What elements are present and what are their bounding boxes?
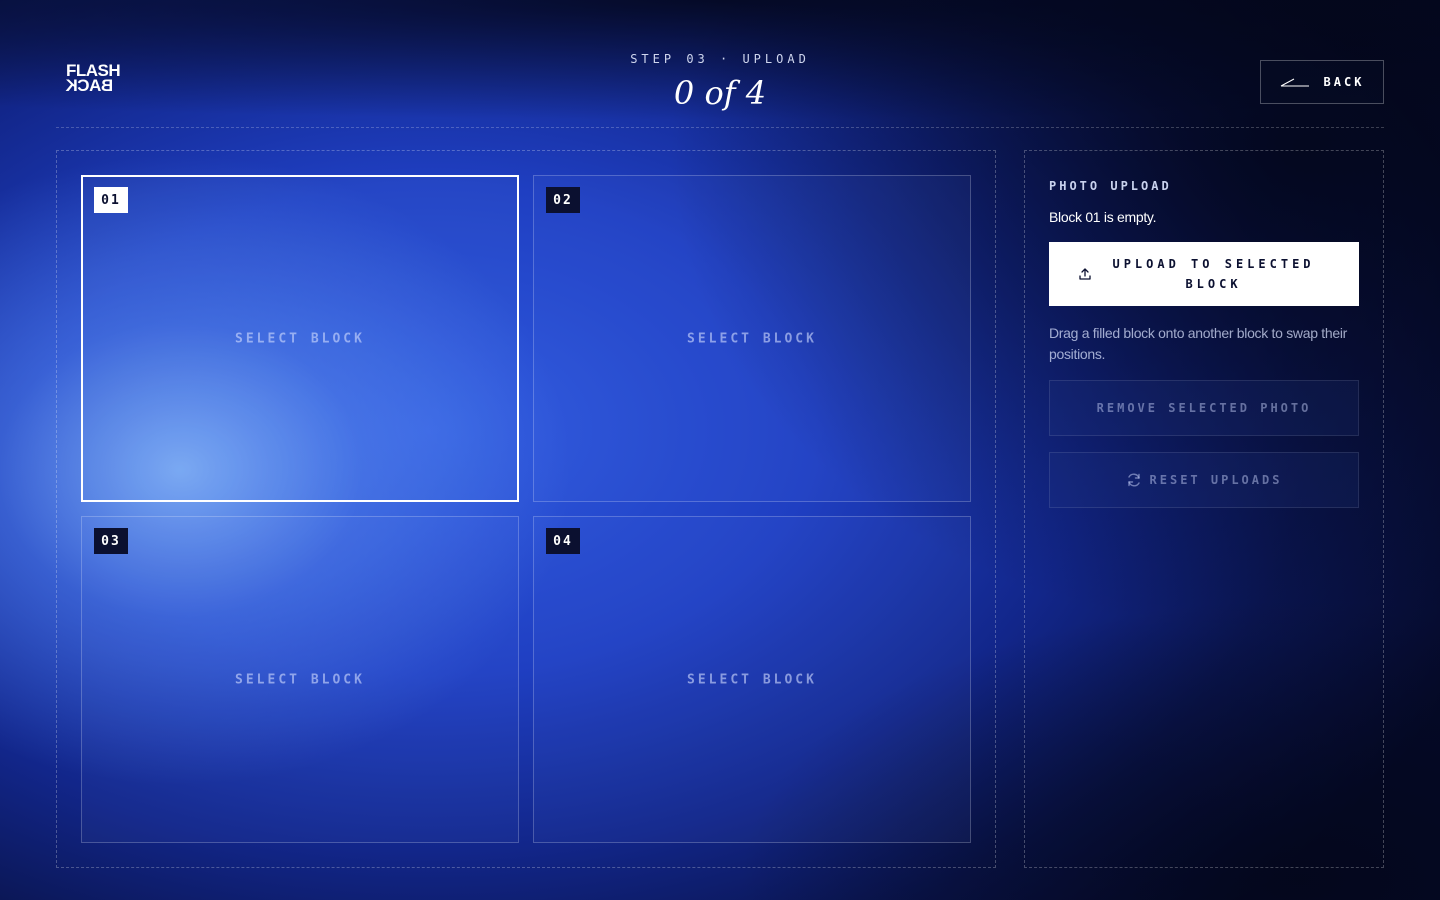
upload-to-selected-block-button[interactable]: UPLOAD TO SELECTED BLOCK xyxy=(1049,242,1359,306)
photo-block-02[interactable]: 02 SELECT BLOCK xyxy=(533,175,971,502)
arrow-left-icon xyxy=(1280,78,1309,87)
header-divider xyxy=(56,127,1384,128)
back-button-label: BACK xyxy=(1323,75,1365,89)
remove-button-label: REMOVE SELECTED PHOTO xyxy=(1096,401,1312,415)
logo-text-bottom: BACK xyxy=(66,76,114,95)
select-block-label: SELECT BLOCK xyxy=(235,331,365,346)
step-label: STEP 03 · UPLOAD xyxy=(630,52,810,66)
refresh-icon xyxy=(1127,473,1140,487)
block-number: 02 xyxy=(546,187,580,213)
upload-counter: 0 of 4 xyxy=(673,74,767,112)
panel-title: PHOTO UPLOAD xyxy=(1049,179,1172,193)
photo-block-03[interactable]: 03 SELECT BLOCK xyxy=(81,516,519,843)
photo-block-04[interactable]: 04 SELECT BLOCK xyxy=(533,516,971,843)
photo-upload-panel: PHOTO UPLOAD Block 01 is empty. UPLOAD T… xyxy=(1024,150,1384,868)
upload-icon xyxy=(1079,268,1091,280)
photo-block-01[interactable]: 01 SELECT BLOCK xyxy=(81,175,519,502)
brand-logo[interactable]: FLASH BACK xyxy=(66,62,126,96)
select-block-label: SELECT BLOCK xyxy=(687,672,817,687)
reset-button-label: RESET UPLOADS xyxy=(1149,473,1283,487)
block-number: 04 xyxy=(546,528,580,554)
reset-uploads-button[interactable]: RESET UPLOADS xyxy=(1049,452,1359,508)
remove-selected-photo-button[interactable]: REMOVE SELECTED PHOTO xyxy=(1049,380,1359,436)
select-block-label: SELECT BLOCK xyxy=(235,672,365,687)
block-status: Block 01 is empty. xyxy=(1049,209,1157,225)
block-number: 01 xyxy=(94,187,128,213)
select-block-label: SELECT BLOCK xyxy=(687,331,817,346)
block-number: 03 xyxy=(94,528,128,554)
swap-hint: Drag a filled block onto another block t… xyxy=(1049,325,1348,362)
back-button[interactable]: BACK xyxy=(1260,60,1384,104)
upload-button-label: UPLOAD TO SELECTED BLOCK xyxy=(1112,257,1315,291)
